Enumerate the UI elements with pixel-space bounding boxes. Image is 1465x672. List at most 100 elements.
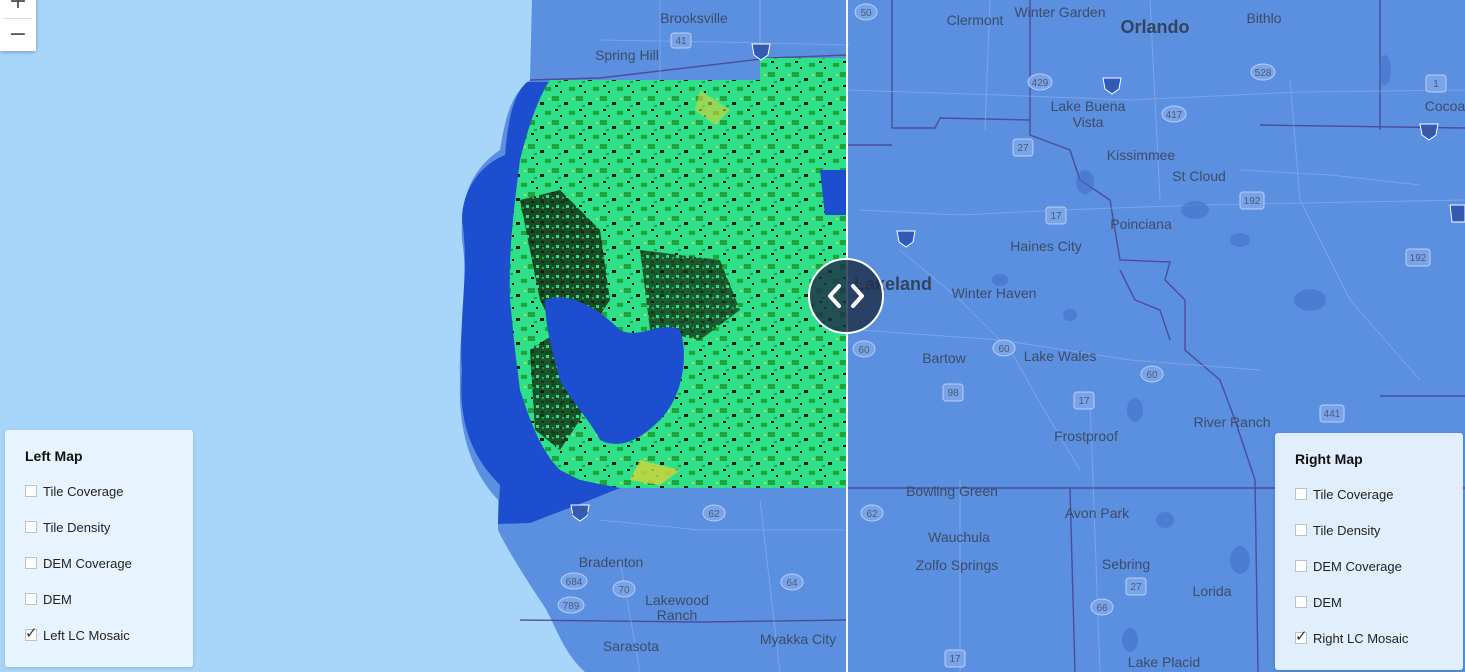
route-shield-label: 75 [755, 45, 767, 56]
place-label: Sarasota [603, 638, 659, 654]
place-label: Myakka City [760, 631, 836, 647]
right-layer-dem-coverage[interactable]: DEM Coverage [1295, 558, 1443, 574]
route-shield-label: 528 [1255, 68, 1272, 79]
route-shield-label: 275 [572, 507, 589, 518]
place-label: Haines City [1010, 238, 1082, 254]
route-shield-label: 64 [786, 578, 798, 589]
place-label: Zolfo Springs [916, 557, 998, 573]
route-shield-label: 192 [1410, 253, 1427, 264]
place-label: Winter Garden [1014, 4, 1105, 20]
place-label: Lake Buena [1051, 98, 1126, 114]
map-canvas[interactable]: 50 41 75 429 4 528 417 1 95 27 17 192 4 192 95 60 60 98 60… [0, 0, 1465, 672]
route-shield-label: 1 [1433, 79, 1439, 90]
left-dem-checkbox[interactable] [25, 593, 37, 605]
route-shield-label: 429 [1032, 78, 1049, 89]
layer-label: Tile Density [43, 519, 111, 535]
route-shield-label: 27 [1130, 582, 1142, 593]
place-label: Lakewood [645, 592, 709, 608]
place-label: River Ranch [1193, 414, 1270, 430]
left-panel-title: Left Map [25, 448, 83, 464]
left-dem-coverage-checkbox[interactable] [25, 557, 37, 569]
route-shield-label: 62 [708, 509, 720, 520]
place-label: Poinciana [1110, 216, 1172, 232]
right-layer-lc-mosaic[interactable]: Right LC Mosaic [1295, 627, 1443, 646]
zoom-in-button[interactable]: + [0, 0, 36, 18]
right-panel-title: Right Map [1295, 451, 1363, 467]
route-shield-label: 98 [947, 388, 959, 399]
route-shield-label: 27 [1017, 143, 1029, 154]
place-label: Lorida [1193, 583, 1232, 599]
right-layer-tile-density[interactable]: Tile Density [1295, 522, 1443, 538]
layer-label: Right LC Mosaic [1313, 630, 1409, 646]
route-shield-label: 50 [860, 8, 872, 19]
place-label: Sebring [1102, 556, 1150, 572]
right-tile-density-checkbox[interactable] [1295, 524, 1307, 536]
left-map-layer-panel: Left Map Tile Coverage Tile Density DEM … [5, 430, 193, 667]
place-label: Frostproof [1054, 428, 1118, 444]
place-label: Lake Placid [1128, 654, 1200, 670]
layer-label: DEM Coverage [1313, 558, 1402, 574]
place-label: St Cloud [1172, 168, 1226, 184]
map-viewport[interactable]: 50 41 75 429 4 528 417 1 95 27 17 192 4 192 95 60 60 98 60… [0, 0, 1465, 672]
route-shield-label: 60 [998, 344, 1010, 355]
place-label: Lake Wales [1024, 348, 1097, 364]
route-shield-label: 192 [1244, 196, 1261, 207]
route-shield-label: 4 [1109, 80, 1115, 91]
layer-label: DEM [1313, 594, 1342, 610]
route-shield-label: 95 [1423, 126, 1435, 137]
place-label: Spring Hill [595, 47, 659, 63]
route-shield-label: 60 [1146, 370, 1158, 381]
right-map-layer-panel: Right Map Tile Coverage Tile Density DEM… [1275, 433, 1463, 670]
right-dem-checkbox[interactable] [1295, 596, 1307, 608]
route-shield-label: 4 [903, 233, 909, 244]
route-shield-label: 17 [949, 654, 961, 665]
left-layer-dem-coverage[interactable]: DEM Coverage [25, 555, 173, 571]
right-layer-tile-coverage[interactable]: Tile Coverage [1295, 486, 1443, 502]
place-label: Bradenton [579, 554, 644, 570]
compare-divider[interactable] [846, 0, 848, 672]
layer-label: Tile Coverage [1313, 486, 1394, 502]
place-label: Bartow [922, 350, 966, 366]
compare-slider-handle[interactable] [808, 258, 884, 334]
place-label: Ranch [657, 607, 697, 623]
route-shield-label: 684 [566, 577, 583, 588]
route-shield-label: 95 [1452, 210, 1464, 221]
zoom-control: + − [0, 0, 36, 51]
right-tile-coverage-checkbox[interactable] [1295, 488, 1307, 500]
place-label: Cocoa [1425, 98, 1465, 114]
route-shield-label: 60 [858, 345, 870, 356]
left-layer-tile-density[interactable]: Tile Density [25, 519, 173, 535]
layer-label: Tile Density [1313, 522, 1381, 538]
left-lc-mosaic-checkbox[interactable] [25, 624, 38, 642]
zoom-out-button[interactable]: − [0, 19, 36, 51]
layer-label: Tile Coverage [43, 483, 124, 499]
layer-label: DEM Coverage [43, 555, 132, 571]
right-lc-mosaic-checkbox[interactable] [1295, 627, 1308, 645]
layer-label: DEM [43, 591, 72, 607]
place-label: Clermont [947, 12, 1004, 28]
place-label: Avon Park [1065, 505, 1130, 521]
left-tile-coverage-checkbox[interactable] [25, 485, 37, 497]
place-label: Orlando [1120, 17, 1189, 37]
place-label: Bowling Green [906, 483, 998, 499]
route-shield-label: 66 [1096, 603, 1108, 614]
route-shield-label: 417 [1166, 110, 1183, 121]
left-layer-dem[interactable]: DEM [25, 591, 173, 607]
left-layer-tile-coverage[interactable]: Tile Coverage [25, 483, 173, 499]
route-shield-label: 70 [618, 585, 630, 596]
route-shield-label: 17 [1050, 211, 1062, 222]
route-shield-label: 41 [675, 36, 687, 47]
place-label: Winter Haven [952, 285, 1037, 301]
route-shield-label: 789 [563, 601, 580, 612]
layer-label: Left LC Mosaic [43, 627, 130, 643]
left-tile-density-checkbox[interactable] [25, 521, 37, 533]
place-label: Vista [1073, 114, 1104, 130]
left-layer-lc-mosaic[interactable]: Left LC Mosaic [25, 624, 173, 643]
place-label: Wauchula [928, 529, 990, 545]
route-shield-label: 17 [1078, 396, 1090, 407]
place-label: Kissimmee [1107, 147, 1176, 163]
right-layer-dem[interactable]: DEM [1295, 594, 1443, 610]
place-label: Brooksville [660, 10, 728, 26]
chevron-left-right-icon [828, 284, 864, 308]
right-dem-coverage-checkbox[interactable] [1295, 560, 1307, 572]
